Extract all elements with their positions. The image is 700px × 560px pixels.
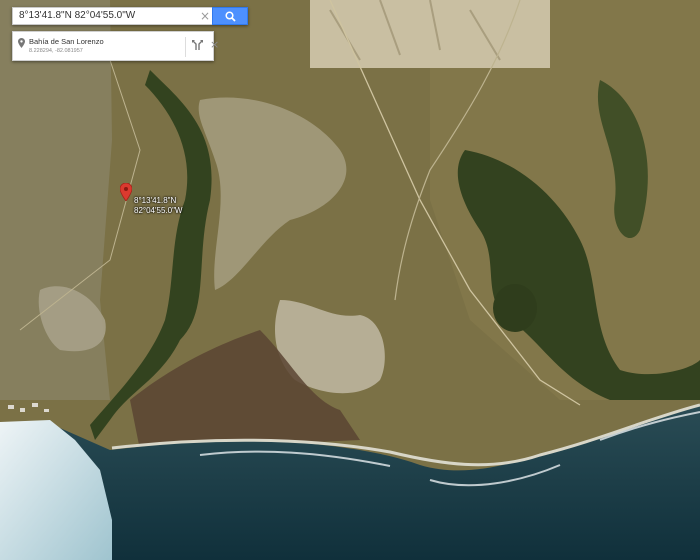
forest-patch (493, 284, 537, 332)
map-marker-icon[interactable] (120, 183, 132, 201)
search-input[interactable]: 8°13'41.8"N 82°04'55.0"W (12, 7, 212, 25)
card-divider (185, 37, 186, 57)
search-icon (225, 11, 236, 22)
place-info-card: Bahía de San Lorenzo 8.228294, -82.08195… (12, 31, 219, 61)
pin-icon (18, 38, 25, 48)
close-icon[interactable]: × (210, 38, 220, 52)
place-title: Bahía de San Lorenzo (29, 37, 104, 46)
clear-search-icon[interactable]: × (198, 8, 212, 24)
directions-icon[interactable] (192, 40, 203, 51)
marker-label: 8°13'41.8"N 82°04'55.0"W (134, 196, 183, 215)
search-button[interactable] (212, 7, 248, 25)
satellite-map[interactable] (0, 0, 700, 560)
place-coordinates: 8.228294, -82.081957 (29, 48, 83, 54)
search-box: 8°13'41.8"N 82°04'55.0"W × (12, 7, 248, 25)
